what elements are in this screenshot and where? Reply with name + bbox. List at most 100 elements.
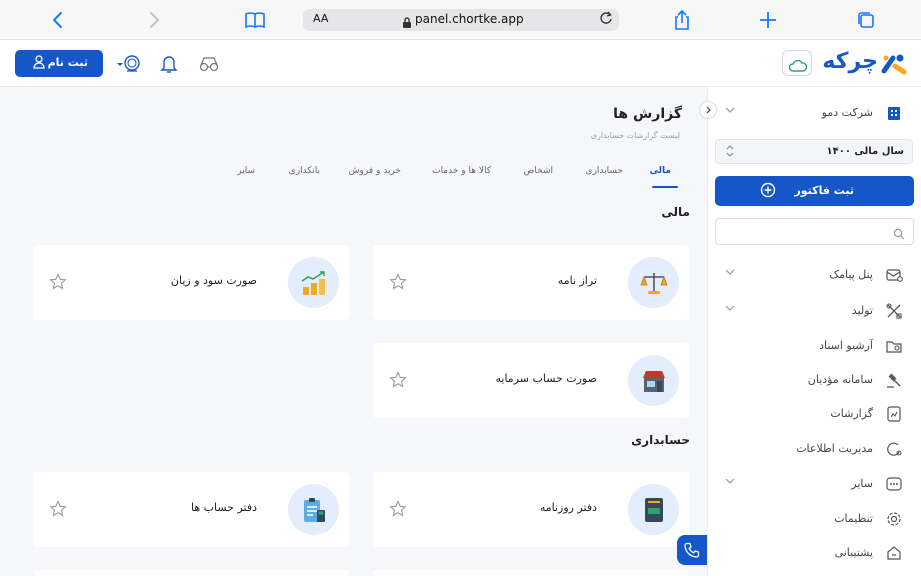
section-title-accounting: حسابداری: [631, 433, 690, 447]
settings-icon: [885, 510, 903, 528]
logo-icon[interactable]: [881, 52, 907, 80]
cloud-sync-button[interactable]: [782, 50, 812, 76]
tab-accounting[interactable]: حسابداری: [586, 166, 623, 176]
sidebar-search-input[interactable]: [715, 218, 914, 245]
profit-chart-icon: [288, 257, 339, 308]
browser-toolbar: AA panel.chortke.app: [0, 0, 921, 40]
sidebar-item-other[interactable]: سایر: [717, 474, 907, 494]
balance-scale-icon: [628, 257, 679, 308]
share-icon[interactable]: [671, 9, 693, 31]
register-invoice-label: ثبت فاکتور: [794, 184, 854, 197]
journal-book-icon: [628, 484, 679, 535]
bell-icon[interactable]: [160, 54, 180, 74]
new-tab-icon[interactable]: [757, 9, 779, 31]
page-title: گزارش ها: [613, 106, 682, 122]
glasses-icon[interactable]: [199, 54, 219, 74]
report-card-profit-loss[interactable]: صورت سود و زیان: [33, 245, 349, 320]
user-icon: [33, 55, 45, 72]
company-name: شرکت دمو: [821, 106, 873, 119]
register-invoice-button[interactable]: ثبت فاکتور: [715, 176, 914, 206]
report-card-ledger[interactable]: دفتر حساب ها: [33, 472, 349, 547]
active-tab-indicator: [652, 186, 678, 188]
bookmarks-icon[interactable]: [244, 9, 266, 31]
favorite-star-icon[interactable]: [389, 500, 407, 522]
gavel-icon: [885, 371, 903, 389]
forward-icon[interactable]: [143, 9, 165, 31]
sidebar-item-label: سایر: [851, 477, 873, 490]
sidebar-item-sms-panel[interactable]: پنل پیامک: [717, 265, 907, 285]
building-icon: [885, 104, 903, 122]
report-card-capital-statement[interactable]: صورت حساب سرمایه: [373, 343, 689, 418]
lock-icon: [402, 14, 412, 33]
reader-button[interactable]: AA: [313, 12, 328, 25]
favorite-star-icon[interactable]: [389, 273, 407, 295]
chevron-down-icon: [725, 303, 735, 314]
cloud-icon: [788, 57, 808, 76]
favorite-star-icon[interactable]: [49, 273, 67, 295]
support-icon: [885, 544, 903, 562]
tab-persons[interactable]: اشخاص: [524, 166, 553, 176]
section-title-financial: مالی: [661, 205, 690, 219]
register-button[interactable]: ثبت نام: [15, 50, 103, 77]
coin-icon[interactable]: [115, 54, 140, 74]
tab-financial[interactable]: مالی: [650, 166, 671, 176]
logo-text[interactable]: چرکه: [822, 49, 878, 74]
tab-purchase-sales[interactable]: خرید و فروش: [349, 166, 401, 176]
url-field[interactable]: AA panel.chortke.app: [303, 9, 619, 31]
page-subtitle: لیست گزارشات حسابداری: [590, 131, 680, 140]
sidebar-item-archive[interactable]: آرشیو اسناد: [717, 336, 907, 356]
reload-icon[interactable]: [599, 11, 613, 29]
report-card-journal[interactable]: دفتر روزنامه: [373, 472, 689, 547]
sms-panel-icon: [885, 266, 903, 284]
report-icon: [885, 405, 903, 423]
report-card-partial[interactable]: [33, 570, 349, 576]
report-card-label: دفتر حساب ها: [190, 501, 257, 514]
report-card-label: صورت سود و زیان: [170, 274, 257, 287]
more-icon: [885, 475, 903, 493]
tab-banking[interactable]: بانکداری: [289, 166, 320, 176]
sidebar-item-reports[interactable]: گزارشات: [717, 404, 907, 424]
report-card-label: دفتر روزنامه: [539, 501, 597, 514]
sidebar-item-label: پنل پیامک: [829, 268, 873, 281]
search-icon: [893, 225, 905, 244]
store-icon: [628, 355, 679, 406]
favorite-star-icon[interactable]: [389, 371, 407, 393]
sidebar-item-label: پشتیبانی: [834, 546, 873, 559]
sidebar-item-label: سامانه مؤدیان: [807, 373, 873, 386]
fiscal-year-select[interactable]: سال مالی ۱۴۰۰: [715, 139, 913, 164]
chevron-down-icon: [725, 267, 735, 278]
report-card-partial[interactable]: [373, 570, 689, 576]
sidebar-item-label: آرشیو اسناد: [819, 339, 873, 352]
sidebar-item-production[interactable]: تولید: [717, 301, 907, 321]
report-card-balance-sheet[interactable]: تراز نامه: [373, 245, 689, 320]
folder-icon: [885, 337, 903, 355]
back-icon[interactable]: [47, 9, 69, 31]
phone-icon: [684, 542, 700, 558]
sidebar-item-label: مدیریت اطلاعات: [796, 442, 873, 455]
tools-icon: [885, 302, 903, 320]
plus-circle-icon: [760, 182, 776, 202]
url-text: panel.chortke.app: [415, 12, 524, 26]
sidebar-item-support[interactable]: پشتیبانی: [717, 543, 907, 563]
tab-other[interactable]: سایر: [237, 166, 255, 176]
company-selector[interactable]: شرکت دمو: [717, 103, 907, 123]
favorite-star-icon[interactable]: [49, 500, 67, 522]
report-card-label: تراز نامه: [557, 274, 597, 287]
tab-goods-services[interactable]: کالا ها و خدمات: [432, 166, 491, 176]
chevron-down-icon: [725, 476, 735, 487]
register-button-label: ثبت نام: [47, 56, 88, 69]
report-card-label: صورت حساب سرمایه: [495, 372, 598, 385]
sidebar-item-settings[interactable]: تنظیمات: [717, 509, 907, 529]
tabs-icon[interactable]: [855, 9, 877, 31]
support-call-button[interactable]: [677, 535, 707, 565]
sidebar-collapse-button[interactable]: [699, 101, 717, 119]
ledger-clipboard-icon: [288, 484, 339, 535]
app-header: ثبت نام چرکه: [0, 40, 921, 87]
select-arrows-icon: [726, 144, 734, 160]
fiscal-year-value: سال مالی ۱۴۰۰: [826, 146, 904, 157]
sidebar-item-label: تنظیمات: [834, 512, 873, 525]
sidebar-item-data-management[interactable]: مدیریت اطلاعات: [717, 439, 907, 459]
sidebar-item-taxpayer-system[interactable]: سامانه مؤدیان: [717, 370, 907, 390]
sidebar-item-label: تولید: [851, 304, 873, 317]
chevron-down-icon: [725, 105, 735, 116]
